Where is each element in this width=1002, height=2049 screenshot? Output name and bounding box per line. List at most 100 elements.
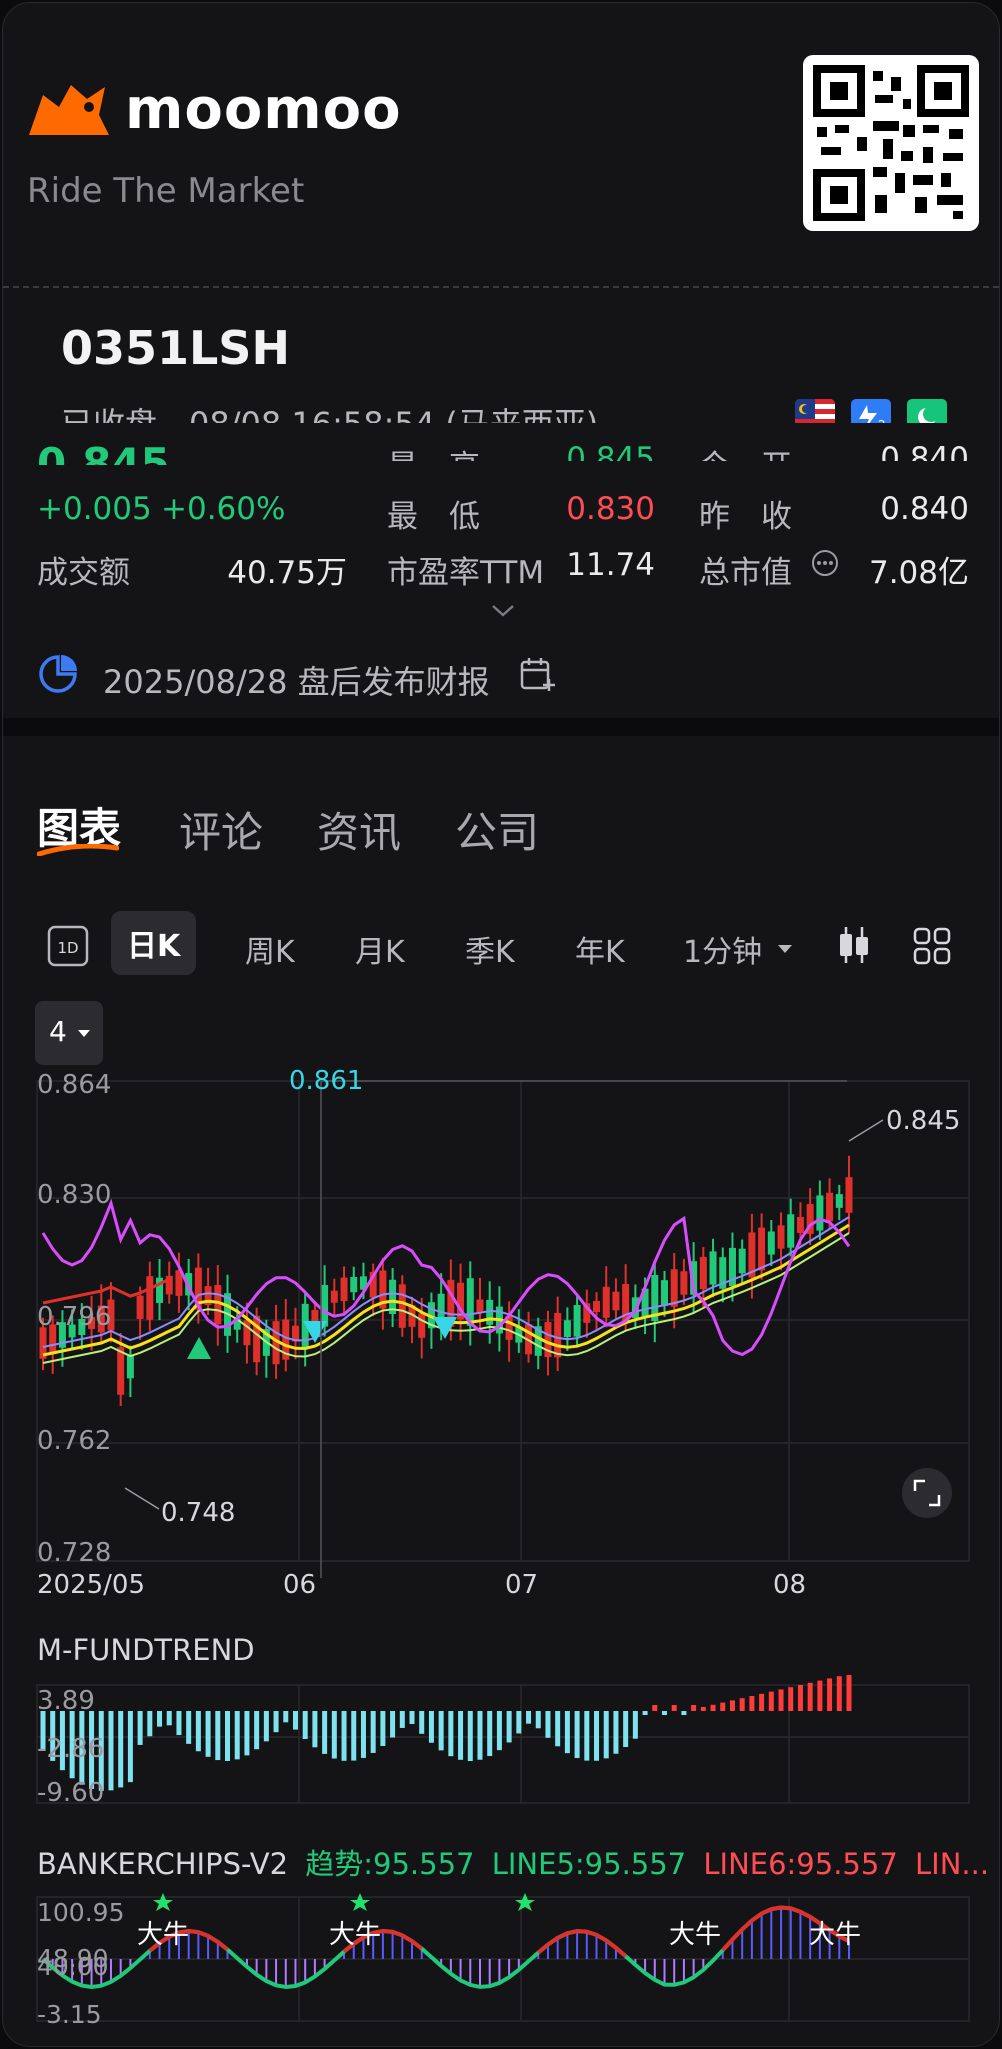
- candle-body: [670, 1269, 678, 1307]
- fund-bar-negative: [409, 1711, 415, 1725]
- candle-body: [126, 1355, 134, 1379]
- fund-bar-negative: [526, 1711, 532, 1724]
- period-monthly-button[interactable]: 月K: [355, 927, 405, 971]
- sell-signal-marker: [433, 1317, 457, 1339]
- fund-bar-negative: [244, 1711, 250, 1756]
- candle-body: [816, 1195, 824, 1231]
- turnover-label: 成交额: [37, 555, 130, 591]
- candle-body: [418, 1313, 426, 1338]
- fund-bar-positive: [768, 1691, 774, 1711]
- bc-tag-1: 大牛: [137, 1920, 189, 1950]
- fund-bar-positive: [671, 1705, 677, 1711]
- layout-caret-icon: [78, 1030, 90, 1037]
- fund-bar-positive: [720, 1702, 726, 1711]
- low-value: 0.830: [566, 491, 655, 527]
- section-separator: [3, 718, 999, 736]
- fund-bar-positive: [827, 1678, 833, 1711]
- fund-bar-negative: [623, 1711, 629, 1748]
- candle-body: [398, 1284, 406, 1328]
- fund-bar-negative: [496, 1711, 502, 1751]
- bc-tag-2: 大牛: [329, 1920, 381, 1950]
- fund-bar-negative: [467, 1711, 473, 1761]
- fund-bar-negative: [419, 1711, 425, 1734]
- bankerchips-title: BANKERCHIPS-V2: [37, 1847, 289, 1881]
- star-icon: [153, 1893, 173, 1911]
- y-label-0: 0.864: [37, 1070, 111, 1100]
- bankerchips-chart: 100.95 48.90 40.00 -3.15 大牛 大牛 大牛 大牛: [36, 1893, 970, 2029]
- fund-bar-negative: [341, 1711, 347, 1761]
- tab-company[interactable]: 公司: [455, 799, 539, 860]
- expand-chevron-icon[interactable]: [489, 603, 517, 623]
- fund-bar-negative: [157, 1711, 163, 1727]
- x-label-1: 06: [283, 1570, 316, 1600]
- fund-y-label-0: 3.89: [37, 1686, 95, 1716]
- fund-bar-negative: [594, 1711, 600, 1761]
- bankerchips-trend: 趋势:95.557: [305, 1847, 475, 1881]
- fund-bar-negative: [516, 1711, 522, 1734]
- fund-bar-negative: [574, 1711, 580, 1759]
- layout-selector[interactable]: 4: [35, 1001, 103, 1065]
- earnings-date: 2025/08/28 盘后发布财报: [103, 663, 490, 701]
- info-icon[interactable]: [811, 549, 839, 581]
- fund-bar-negative: [234, 1711, 240, 1760]
- period-minute-button[interactable]: 1分钟: [683, 927, 762, 971]
- fund-bar-negative: [632, 1711, 638, 1739]
- fund-bar-negative: [118, 1711, 124, 1788]
- bc-y-label-2: 40.00: [37, 1952, 109, 1981]
- minute-dropdown-caret-icon[interactable]: [777, 939, 793, 958]
- period-weekly-button[interactable]: 周K: [245, 927, 295, 971]
- candle-body: [117, 1347, 125, 1395]
- candle-body: [680, 1271, 688, 1295]
- earnings-pie-icon: [37, 653, 79, 699]
- low-pointer-line: [124, 1487, 160, 1510]
- candle-body: [612, 1291, 620, 1311]
- app-frame: moomoo Ride The Market 0351 LSH 已收盘 08/0…: [2, 2, 1000, 2047]
- period-daily-button[interactable]: 日K: [111, 911, 197, 975]
- candle-body: [554, 1312, 562, 1358]
- fund-bar-negative: [331, 1711, 337, 1759]
- low-label: 最 低: [387, 499, 480, 535]
- fund-bar-negative: [380, 1711, 386, 1746]
- header-divider: [3, 286, 999, 288]
- fund-bar-negative: [176, 1711, 182, 1736]
- fund-bar-negative: [642, 1711, 648, 1715]
- prev-close-value: 0.840: [880, 491, 969, 527]
- turnover-value: 40.75万: [227, 555, 347, 591]
- bc-tag-3: 大牛: [669, 1920, 721, 1950]
- fund-bar-negative: [564, 1711, 570, 1754]
- y-label-4: 0.728: [37, 1538, 111, 1568]
- grid-menu-icon[interactable]: [913, 927, 951, 969]
- fund-bar-negative: [263, 1711, 269, 1742]
- candle-body: [340, 1277, 348, 1302]
- fund-y-label-2: -9.60: [37, 1778, 104, 1805]
- period-1d-button[interactable]: 1D: [47, 925, 89, 971]
- fund-bar-negative: [195, 1711, 201, 1752]
- fundtrend-chart: 3.89 -2.86 -9.60: [36, 1675, 970, 1805]
- candlestick-chart[interactable]: 0.861 0.748 0.845 0.864 0.830 0.796 0.76…: [3, 1063, 999, 1623]
- fund-bar-negative: [603, 1711, 609, 1759]
- ma-green-line: [42, 1232, 850, 1364]
- tab-active-indicator: [36, 841, 120, 860]
- tab-news[interactable]: 资讯: [317, 799, 401, 860]
- candle-body: [709, 1251, 717, 1285]
- fund-y-label-1: -2.86: [37, 1734, 104, 1764]
- low-marker-label: 0.748: [161, 1498, 235, 1528]
- candle-body: [330, 1290, 338, 1303]
- fund-bar-negative: [273, 1711, 279, 1733]
- period-quarterly-button[interactable]: 季K: [465, 927, 515, 971]
- last-pointer-line: [848, 1119, 884, 1142]
- brand-name: moomoo: [125, 77, 402, 142]
- brand-tagline: Ride The Market: [27, 171, 305, 211]
- fund-bar-positive: [739, 1698, 745, 1711]
- prev-close-label: 昨 收: [699, 499, 792, 535]
- fund-bar-negative: [127, 1711, 133, 1783]
- period-yearly-button[interactable]: 年K: [575, 927, 625, 971]
- tab-comments[interactable]: 评论: [179, 799, 263, 860]
- candlestick-style-icon[interactable]: [837, 925, 871, 969]
- fund-bar-negative: [302, 1711, 308, 1740]
- fund-bar-negative: [322, 1711, 328, 1754]
- add-calendar-icon[interactable]: [519, 655, 557, 697]
- fund-bar-negative: [448, 1711, 454, 1757]
- fullscreen-icon: [902, 1468, 952, 1518]
- buy-signal-marker: [187, 1337, 211, 1359]
